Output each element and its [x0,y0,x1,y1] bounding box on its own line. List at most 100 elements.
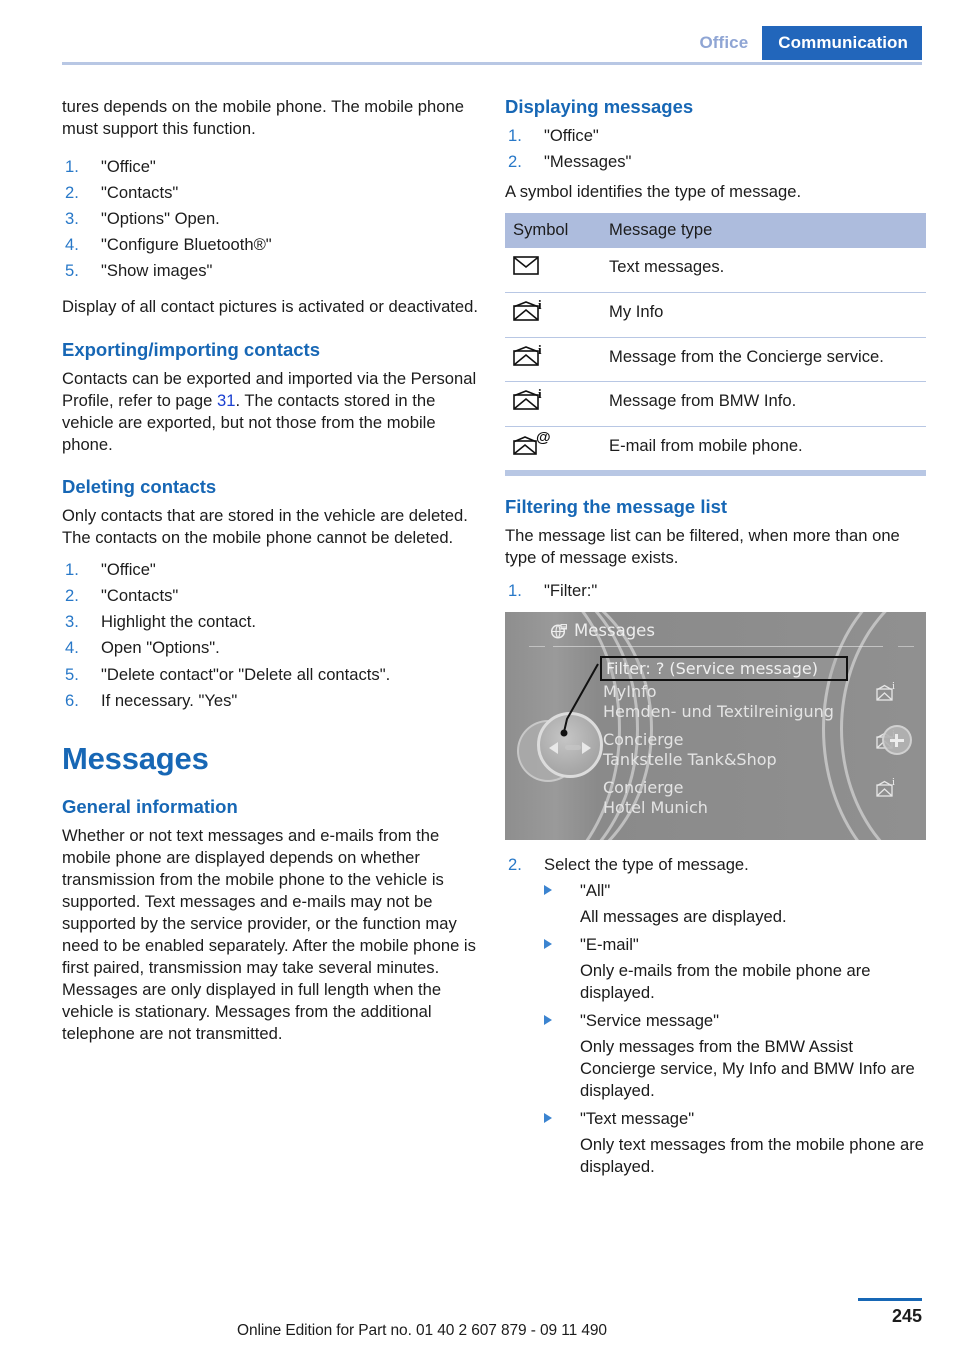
triangle-bullet-icon [544,1014,552,1025]
filter-option-all[interactable]: "All" [544,880,926,902]
list-text: Select the type of message. [544,854,749,874]
list-item: 1. "Filter:" [505,580,926,602]
table-row: @ E-mail from mobile phone. [505,426,926,477]
list-text: "Show images" [101,261,213,281]
list-item[interactable]: Concierge Hotel Munich [603,778,708,818]
envelope-info-icon: i [876,680,898,702]
list-item: 3. Highlight the contact. [62,611,483,633]
list-number: 4. [65,638,79,658]
table-row: i Message from the Concierge service. [505,337,926,383]
list-number: 2. [508,854,522,874]
list-item: "All" All messages are displayed. [544,880,926,928]
list-item: 2. "Messages" [505,151,926,173]
idrive-filter-label[interactable]: Filter: ? (Service message) [606,658,818,680]
filter-option-description: Only e-mails from the mobile phone are d… [580,960,871,1002]
filter-option-label: "Service message" [580,1010,720,1030]
triangle-bullet-icon [544,884,552,895]
symbol-cell: i [505,337,601,383]
list-item: "Text message" Only text messages from t… [544,1108,926,1178]
displaying-messages-steps: 1. "Office" 2. "Messages" [505,125,926,173]
symbol-cell [505,248,601,293]
list-text: "Messages" [544,152,632,172]
chapter-title-messages: Messages [62,740,209,776]
page-number: 245 [891,1306,922,1326]
intro-paragraph: tures depends on the mobile phone. The m… [62,97,464,139]
list-number: 1. [508,126,522,146]
message-type-cell: Text messages. [601,248,926,293]
filter-option-text-message[interactable]: "Text message" [544,1108,926,1130]
idrive-controller-knob[interactable] [537,711,603,778]
list-item: "E-mail" Only e-mails from the mobile ph… [544,934,926,1004]
envelope-open-info-icon: i [513,386,553,412]
list-text: "Contacts" [101,183,179,203]
table-row: i Message from BMW Info. [505,381,926,427]
triangle-bullet-icon [544,1113,552,1124]
delete-paragraph: Only contacts that are stored in the veh… [62,506,468,548]
list-item: 4. Open "Options". [62,637,483,659]
table-header-row: Symbol Message type [505,213,926,249]
filter-option-email[interactable]: "E-mail" [544,934,926,956]
arrow-right-icon [582,741,591,754]
idrive-entry-subtitle: Hotel Munich [603,797,708,817]
list-number: 1. [65,157,79,177]
list-item[interactable]: MyInfo Hemden- und Textilreinigung [603,682,834,722]
info-superscript: i [538,296,542,312]
list-number: 3. [65,209,79,229]
select-message-type-step: 2. Select the type of message. [505,854,926,876]
general-information-paragraph: Whether or not text messages and e-mails… [62,825,476,1044]
list-item: 2. "Contacts" [62,182,483,204]
info-superscript: i [538,386,542,402]
info-superscript: i [538,341,542,357]
list-text: "Office" [101,560,156,580]
filter-option-service-message[interactable]: "Service message" [544,1010,926,1032]
envelope-open-info-icon: i [513,296,553,323]
symbol-message-type-table: Symbol Message type Text messages. i My … [505,213,926,477]
filter-option-description: All messages are displayed. [580,906,787,926]
idrive-entry-subtitle: Tankstelle Tank&Shop [603,749,777,769]
list-text: "Delete contact"or "Delete all contacts"… [101,664,391,684]
list-item: 1. "Office" [62,559,483,581]
table-row: Text messages. [505,248,926,293]
symbol-cell: @ [505,426,601,477]
list-item: 1. "Office" [62,156,483,178]
list-item: 5. "Delete contact"or "Delete all contact… [62,664,483,686]
tab-office[interactable]: Office [685,26,762,60]
message-type-cell: My Info [601,292,926,338]
heading-filtering-the-message-list: Filtering the message list [505,496,728,518]
idrive-menu-title: Messages [574,620,655,640]
list-item: 2. Select the type of message. [505,854,926,876]
list-item[interactable]: Concierge Tankstelle Tank&Shop [603,730,777,770]
heading-deleting-contacts: Deleting contacts [62,475,217,497]
symbol-cell: i [505,381,601,427]
table-row: i My Info [505,292,926,338]
idrive-entry-title: Concierge [603,777,684,797]
list-text: Open "Options". [101,638,220,658]
export-paragraph: Contacts can be exported and imported vi… [62,368,483,456]
list-number: 3. [65,612,79,632]
idrive-entry-subtitle: Hemden- und Textilreinigung [603,701,834,721]
tab-communication[interactable]: Communication [762,26,922,60]
filter-option-label: "All" [580,880,611,900]
idrive-divider [553,645,883,647]
page-cross-reference[interactable]: 31 [217,391,235,410]
symbol-intro-paragraph: A symbol identifies the type of message. [505,182,802,202]
delete-contacts-steps: 1. "Office" 2. "Contacts" 3. Highlight the … [62,559,483,711]
filter-option-description: Only text messages from the mobile phone… [580,1135,925,1177]
idrive-entry-title: MyInfo [603,681,657,701]
envelope-icon [513,256,553,278]
left-column: tures depends on the mobile phone. The m… [62,96,483,1062]
list-number: 2. [508,152,522,172]
idrive-entry-title: Concierge [603,729,684,749]
idrive-plus-button[interactable] [882,724,912,755]
message-type-cell: E-mail from mobile phone. [601,426,926,477]
page-number-rule [858,1298,922,1301]
filtering-paragraph: The message list can be filtered, when m… [505,526,900,568]
list-text: "Filter:" [544,580,598,600]
filter-option-description: Only messages from the BMW Assist Concie… [580,1037,915,1101]
envelope-open-at-icon: @ [513,430,553,457]
list-text: "Office" [101,157,156,177]
list-item: 2. "Contacts" [62,585,483,607]
filter-option-label: "Text message" [580,1109,695,1129]
list-number: 1. [508,580,522,600]
list-text: "Configure Bluetooth®" [101,235,272,255]
